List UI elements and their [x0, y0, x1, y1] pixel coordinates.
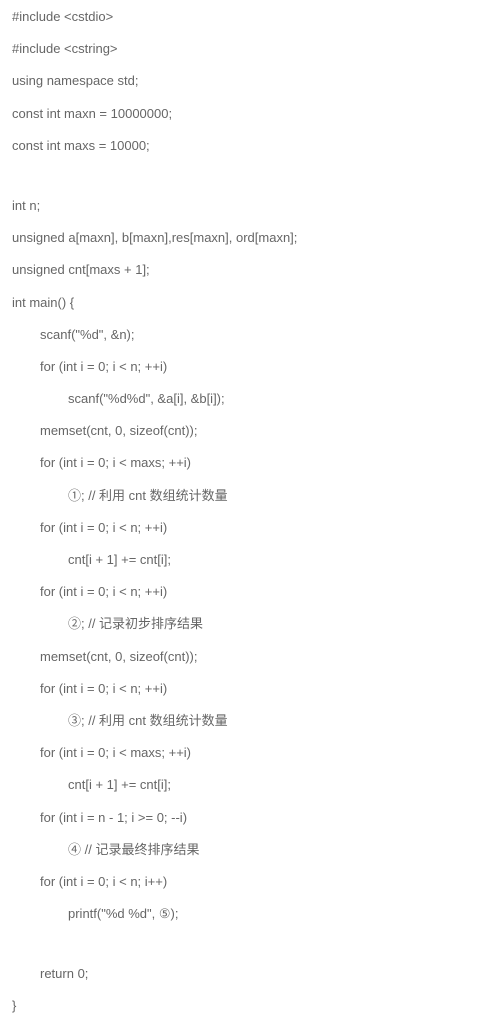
code-line: for (int i = 0; i < maxs; ++i) [12, 454, 491, 472]
code-block: #include <cstdio> #include <cstring> using… [12, 8, 491, 1016]
code-line: scanf("%d", &n); [12, 326, 491, 344]
code-line: for (int i = 0; i < n; i++) [12, 873, 491, 891]
code-line: for (int i = 0; i < n; ++i) [12, 358, 491, 376]
blank-line [12, 169, 491, 183]
code-line: const int maxs = 10000; [12, 137, 491, 155]
code-line: #include <cstdio> [12, 8, 491, 26]
code-line: ③; // 利用 cnt 数组统计数量 [12, 712, 491, 730]
code-line: for (int i = n - 1; i >= 0; --i) [12, 809, 491, 827]
code-line: ①; // 利用 cnt 数组统计数量 [12, 487, 491, 505]
code-line: memset(cnt, 0, sizeof(cnt)); [12, 422, 491, 440]
code-line: cnt[i + 1] += cnt[i]; [12, 776, 491, 794]
code-line: cnt[i + 1] += cnt[i]; [12, 551, 491, 569]
code-line: } [12, 997, 491, 1015]
code-line: int main() { [12, 294, 491, 312]
code-line: #include <cstring> [12, 40, 491, 58]
code-line: unsigned a[maxn], b[maxn],res[maxn], ord… [12, 229, 491, 247]
code-line: unsigned cnt[maxs + 1]; [12, 261, 491, 279]
code-line: for (int i = 0; i < n; ++i) [12, 583, 491, 601]
blank-line [12, 937, 491, 951]
code-line: scanf("%d%d", &a[i], &b[i]); [12, 390, 491, 408]
code-line: for (int i = 0; i < maxs; ++i) [12, 744, 491, 762]
code-line: int n; [12, 197, 491, 215]
code-line: printf("%d %d", ⑤); [12, 905, 491, 923]
code-line: memset(cnt, 0, sizeof(cnt)); [12, 648, 491, 666]
code-line: ②; // 记录初步排序结果 [12, 615, 491, 633]
code-line: ④ // 记录最终排序结果 [12, 841, 491, 859]
code-line: for (int i = 0; i < n; ++i) [12, 519, 491, 537]
code-line: return 0; [12, 965, 491, 983]
code-line: using namespace std; [12, 72, 491, 90]
code-line: for (int i = 0; i < n; ++i) [12, 680, 491, 698]
code-line: const int maxn = 10000000; [12, 105, 491, 123]
